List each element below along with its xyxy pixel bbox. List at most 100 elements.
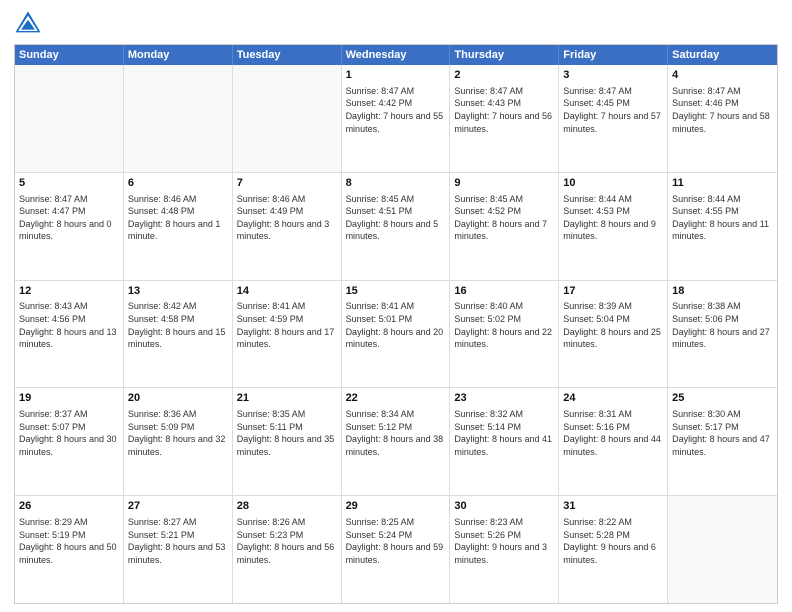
cell-info: Sunrise: 8:46 AM Sunset: 4:49 PM Dayligh… bbox=[237, 193, 337, 243]
day-number: 26 bbox=[19, 499, 119, 514]
day-number: 3 bbox=[563, 68, 663, 83]
day-cell-24: 24 Sunrise: 8:31 AM Sunset: 5:16 PM Dayli… bbox=[559, 388, 668, 495]
cell-info: Sunrise: 8:34 AM Sunset: 5:12 PM Dayligh… bbox=[346, 408, 446, 458]
day-cell-7: 7 Sunrise: 8:46 AM Sunset: 4:49 PM Daylig… bbox=[233, 173, 342, 280]
header-day-saturday: Saturday bbox=[668, 45, 777, 65]
cell-info: Sunrise: 8:43 AM Sunset: 4:56 PM Dayligh… bbox=[19, 300, 119, 350]
day-cell-26: 26 Sunrise: 8:29 AM Sunset: 5:19 PM Dayli… bbox=[15, 496, 124, 603]
day-cell-3: 3 Sunrise: 8:47 AM Sunset: 4:45 PM Daylig… bbox=[559, 65, 668, 172]
day-number: 17 bbox=[563, 284, 663, 299]
day-number: 13 bbox=[128, 284, 228, 299]
day-cell-17: 17Sunrise: 8:39 AM Sunset: 5:04 PM Dayli… bbox=[559, 281, 668, 388]
day-cell-18: 18Sunrise: 8:38 AM Sunset: 5:06 PM Dayli… bbox=[668, 281, 777, 388]
cell-info: Sunrise: 8:45 AM Sunset: 4:52 PM Dayligh… bbox=[454, 193, 554, 243]
day-number: 29 bbox=[346, 499, 446, 514]
day-cell-21: 21 Sunrise: 8:35 AM Sunset: 5:11 PM Dayli… bbox=[233, 388, 342, 495]
empty-cell bbox=[124, 65, 233, 172]
day-number: 6 bbox=[128, 176, 228, 191]
cell-info: Sunrise: 8:29 AM Sunset: 5:19 PM Dayligh… bbox=[19, 516, 119, 566]
day-number: 7 bbox=[237, 176, 337, 191]
day-cell-10: 10Sunrise: 8:44 AM Sunset: 4:53 PM Dayli… bbox=[559, 173, 668, 280]
header-day-friday: Friday bbox=[559, 45, 668, 65]
day-cell-23: 23 Sunrise: 8:32 AM Sunset: 5:14 PM Dayli… bbox=[450, 388, 559, 495]
day-cell-16: 16Sunrise: 8:40 AM Sunset: 5:02 PM Dayli… bbox=[450, 281, 559, 388]
day-cell-31: 31 Sunrise: 8:22 AM Sunset: 5:28 PM Dayli… bbox=[559, 496, 668, 603]
day-number: 1 bbox=[346, 68, 446, 83]
calendar-week-2: 5 Sunrise: 8:47 AM Sunset: 4:47 PM Daylig… bbox=[15, 173, 777, 281]
day-number: 5 bbox=[19, 176, 119, 191]
day-cell-25: 25Sunrise: 8:30 AM Sunset: 5:17 PM Dayli… bbox=[668, 388, 777, 495]
cell-info: Sunrise: 8:46 AM Sunset: 4:48 PM Dayligh… bbox=[128, 193, 228, 243]
day-cell-4: 4 Sunrise: 8:47 AM Sunset: 4:46 PM Daylig… bbox=[668, 65, 777, 172]
day-number: 9 bbox=[454, 176, 554, 191]
day-number: 16 bbox=[454, 284, 554, 299]
page: SundayMondayTuesdayWednesdayThursdayFrid… bbox=[0, 0, 792, 612]
cell-info: Sunrise: 8:36 AM Sunset: 5:09 PM Dayligh… bbox=[128, 408, 228, 458]
day-number: 27 bbox=[128, 499, 228, 514]
day-number: 30 bbox=[454, 499, 554, 514]
day-cell-28: 28Sunrise: 8:26 AM Sunset: 5:23 PM Dayli… bbox=[233, 496, 342, 603]
cell-info: Sunrise: 8:31 AM Sunset: 5:16 PM Dayligh… bbox=[563, 408, 663, 458]
cell-info: Sunrise: 8:42 AM Sunset: 4:58 PM Dayligh… bbox=[128, 300, 228, 350]
calendar-week-5: 26 Sunrise: 8:29 AM Sunset: 5:19 PM Dayli… bbox=[15, 496, 777, 603]
calendar: SundayMondayTuesdayWednesdayThursdayFrid… bbox=[14, 44, 778, 604]
day-cell-30: 30 Sunrise: 8:23 AM Sunset: 5:26 PM Dayli… bbox=[450, 496, 559, 603]
header-day-sunday: Sunday bbox=[15, 45, 124, 65]
day-number: 10 bbox=[563, 176, 663, 191]
calendar-body: 1 Sunrise: 8:47 AM Sunset: 4:42 PM Daylig… bbox=[15, 65, 777, 603]
day-number: 18 bbox=[672, 284, 773, 299]
day-cell-20: 20Sunrise: 8:36 AM Sunset: 5:09 PM Dayli… bbox=[124, 388, 233, 495]
cell-info: Sunrise: 8:44 AM Sunset: 4:55 PM Dayligh… bbox=[672, 193, 773, 243]
calendar-header: SundayMondayTuesdayWednesdayThursdayFrid… bbox=[15, 45, 777, 65]
day-cell-11: 11Sunrise: 8:44 AM Sunset: 4:55 PM Dayli… bbox=[668, 173, 777, 280]
cell-info: Sunrise: 8:47 AM Sunset: 4:47 PM Dayligh… bbox=[19, 193, 119, 243]
day-number: 24 bbox=[563, 391, 663, 406]
day-cell-12: 12Sunrise: 8:43 AM Sunset: 4:56 PM Dayli… bbox=[15, 281, 124, 388]
day-cell-6: 6 Sunrise: 8:46 AM Sunset: 4:48 PM Daylig… bbox=[124, 173, 233, 280]
calendar-week-3: 12Sunrise: 8:43 AM Sunset: 4:56 PM Dayli… bbox=[15, 281, 777, 389]
day-cell-14: 14Sunrise: 8:41 AM Sunset: 4:59 PM Dayli… bbox=[233, 281, 342, 388]
logo-icon bbox=[14, 10, 42, 38]
day-number: 2 bbox=[454, 68, 554, 83]
empty-cell bbox=[15, 65, 124, 172]
cell-info: Sunrise: 8:25 AM Sunset: 5:24 PM Dayligh… bbox=[346, 516, 446, 566]
day-cell-19: 19 Sunrise: 8:37 AM Sunset: 5:07 PM Dayli… bbox=[15, 388, 124, 495]
header-day-wednesday: Wednesday bbox=[342, 45, 451, 65]
cell-info: Sunrise: 8:35 AM Sunset: 5:11 PM Dayligh… bbox=[237, 408, 337, 458]
cell-info: Sunrise: 8:40 AM Sunset: 5:02 PM Dayligh… bbox=[454, 300, 554, 350]
cell-info: Sunrise: 8:41 AM Sunset: 5:01 PM Dayligh… bbox=[346, 300, 446, 350]
cell-info: Sunrise: 8:45 AM Sunset: 4:51 PM Dayligh… bbox=[346, 193, 446, 243]
cell-info: Sunrise: 8:32 AM Sunset: 5:14 PM Dayligh… bbox=[454, 408, 554, 458]
empty-cell bbox=[233, 65, 342, 172]
day-cell-1: 1 Sunrise: 8:47 AM Sunset: 4:42 PM Daylig… bbox=[342, 65, 451, 172]
empty-cell bbox=[668, 496, 777, 603]
day-number: 22 bbox=[346, 391, 446, 406]
header-day-monday: Monday bbox=[124, 45, 233, 65]
day-cell-29: 29 Sunrise: 8:25 AM Sunset: 5:24 PM Dayli… bbox=[342, 496, 451, 603]
cell-info: Sunrise: 8:41 AM Sunset: 4:59 PM Dayligh… bbox=[237, 300, 337, 350]
day-number: 31 bbox=[563, 499, 663, 514]
day-number: 23 bbox=[454, 391, 554, 406]
cell-info: Sunrise: 8:47 AM Sunset: 4:43 PM Dayligh… bbox=[454, 85, 554, 135]
day-number: 21 bbox=[237, 391, 337, 406]
calendar-week-4: 19 Sunrise: 8:37 AM Sunset: 5:07 PM Dayli… bbox=[15, 388, 777, 496]
cell-info: Sunrise: 8:39 AM Sunset: 5:04 PM Dayligh… bbox=[563, 300, 663, 350]
cell-info: Sunrise: 8:47 AM Sunset: 4:46 PM Dayligh… bbox=[672, 85, 773, 135]
cell-info: Sunrise: 8:23 AM Sunset: 5:26 PM Dayligh… bbox=[454, 516, 554, 566]
day-number: 14 bbox=[237, 284, 337, 299]
cell-info: Sunrise: 8:47 AM Sunset: 4:45 PM Dayligh… bbox=[563, 85, 663, 135]
day-cell-8: 8Sunrise: 8:45 AM Sunset: 4:51 PM Daylig… bbox=[342, 173, 451, 280]
day-number: 15 bbox=[346, 284, 446, 299]
day-cell-15: 15Sunrise: 8:41 AM Sunset: 5:01 PM Dayli… bbox=[342, 281, 451, 388]
cell-info: Sunrise: 8:27 AM Sunset: 5:21 PM Dayligh… bbox=[128, 516, 228, 566]
cell-info: Sunrise: 8:37 AM Sunset: 5:07 PM Dayligh… bbox=[19, 408, 119, 458]
day-cell-5: 5 Sunrise: 8:47 AM Sunset: 4:47 PM Daylig… bbox=[15, 173, 124, 280]
cell-info: Sunrise: 8:22 AM Sunset: 5:28 PM Dayligh… bbox=[563, 516, 663, 566]
cell-info: Sunrise: 8:47 AM Sunset: 4:42 PM Dayligh… bbox=[346, 85, 446, 135]
cell-info: Sunrise: 8:30 AM Sunset: 5:17 PM Dayligh… bbox=[672, 408, 773, 458]
day-number: 4 bbox=[672, 68, 773, 83]
day-cell-2: 2 Sunrise: 8:47 AM Sunset: 4:43 PM Daylig… bbox=[450, 65, 559, 172]
day-cell-22: 22 Sunrise: 8:34 AM Sunset: 5:12 PM Dayli… bbox=[342, 388, 451, 495]
day-number: 19 bbox=[19, 391, 119, 406]
day-number: 28 bbox=[237, 499, 337, 514]
